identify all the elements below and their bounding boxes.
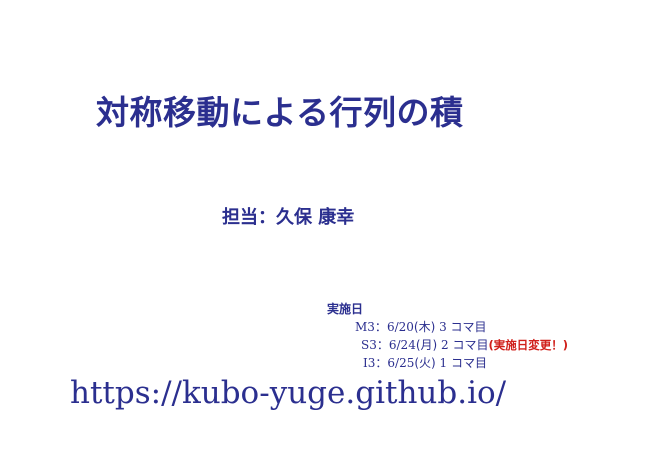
separator: ： (375, 356, 388, 370)
weekday: (木) (413, 320, 436, 334)
website-url: https://kubo-yuge.github.io/ (70, 375, 507, 411)
period-unit: コマ目 (450, 320, 487, 334)
slide-title: 対称移動による行列の積 (96, 93, 464, 132)
period: 1 (435, 356, 451, 370)
presenter-name: 担当：久保 康幸 (222, 207, 355, 228)
period-unit: コマ目 (452, 338, 489, 352)
slide: 対称移動による行列の積 担当：久保 康幸 実施日 M3：6/20(木) 3 コマ… (0, 0, 650, 460)
separator: ： (374, 320, 387, 334)
schedule-row-m3: M3：6/20(木) 3 コマ目 (355, 318, 487, 335)
class-code: I3 (363, 356, 376, 370)
date: 6/25 (387, 356, 415, 370)
schedule-row-i3: I3：6/25(火) 1 コマ目 (363, 354, 487, 371)
schedule-row-s3: S3：6/24(月) 2 コマ目(実施日変更！) (361, 336, 568, 353)
schedule-heading: 実施日 (327, 302, 364, 316)
period-unit: コマ目 (450, 356, 487, 370)
date-change-note: (実施日変更！) (488, 338, 568, 352)
weekday: (月) (415, 338, 438, 352)
period: 2 (437, 338, 453, 352)
date: 6/20 (386, 320, 414, 334)
period: 3 (435, 320, 451, 334)
class-code: M3 (355, 320, 375, 334)
weekday: (火) (414, 356, 436, 370)
separator: ： (376, 338, 389, 352)
class-code: S3 (361, 338, 377, 352)
date: 6/24 (388, 338, 416, 352)
